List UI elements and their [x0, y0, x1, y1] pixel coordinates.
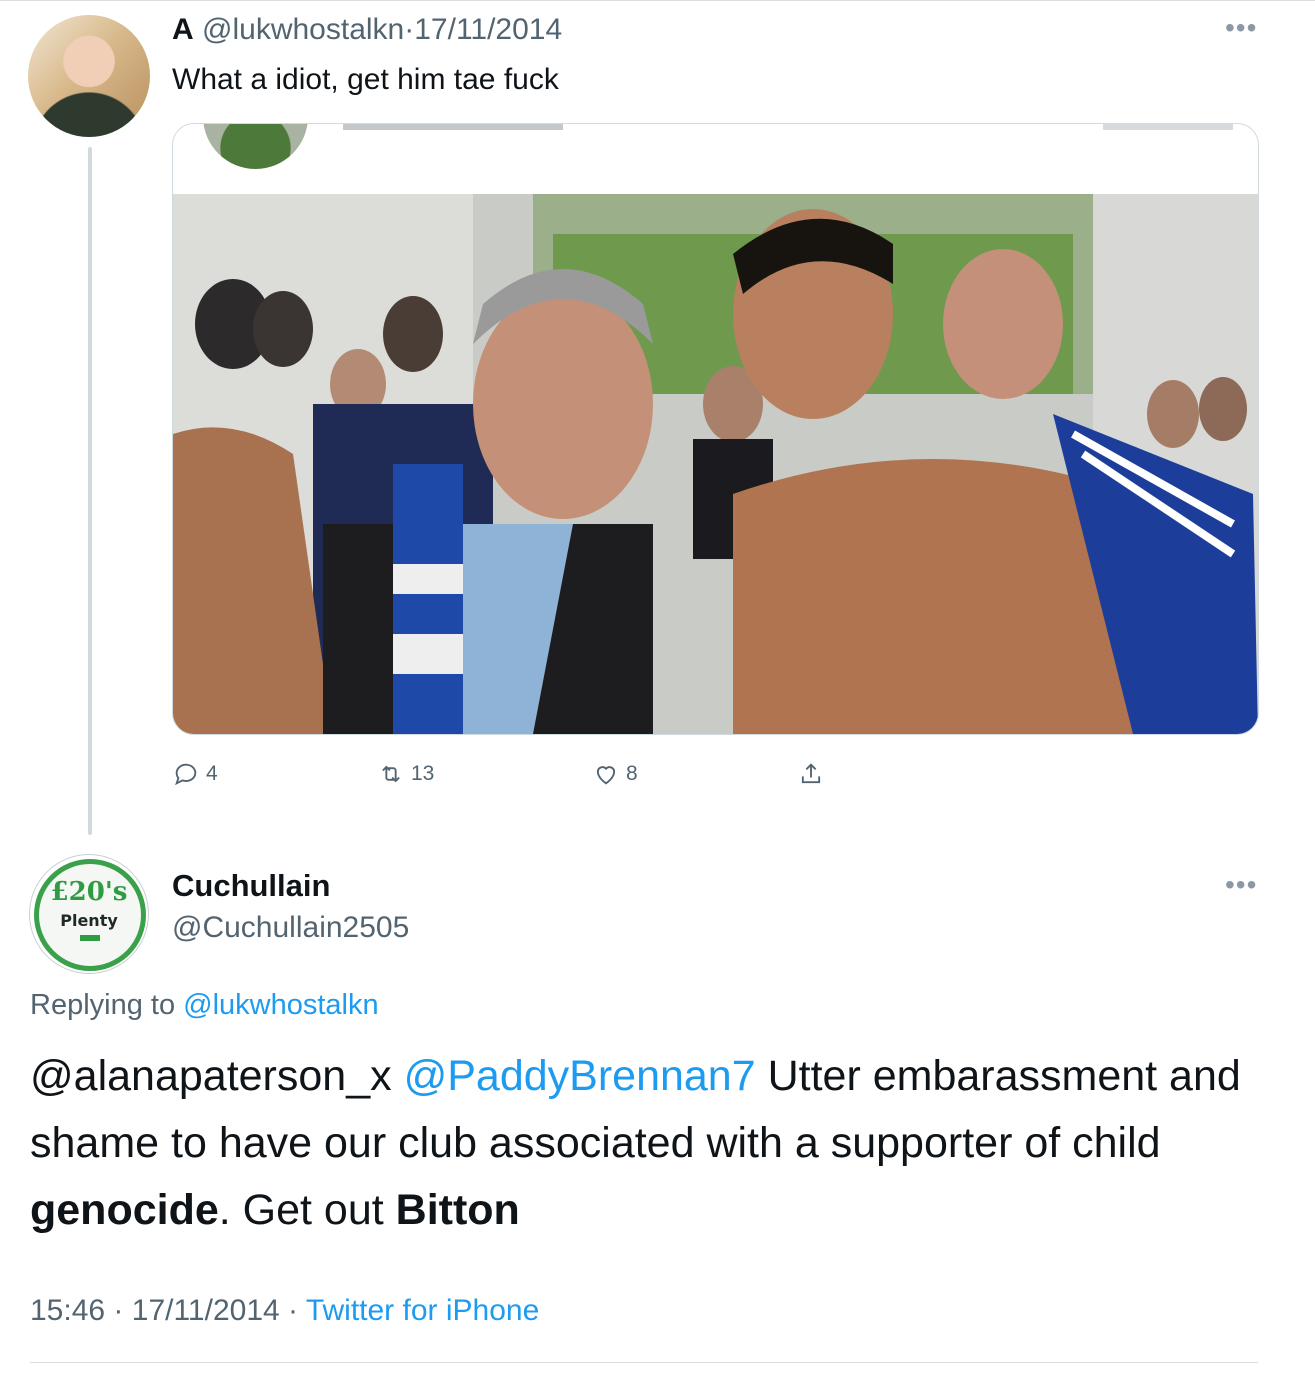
replying-to: Replying to @lukwhostalkn: [30, 986, 379, 1024]
heart-icon: [596, 766, 616, 785]
tweet-text-bold: Bitton: [395, 1186, 520, 1234]
user-handle[interactable]: @lukwhostalkn: [202, 13, 404, 46]
tweet-actions: 4 13 8: [172, 758, 872, 790]
tweet-meta: 15:46 · 17/11/2014 · Twitter for iPhone: [30, 1292, 539, 1330]
tweet-header: A @lukwhostalkn·17/11/2014: [172, 12, 562, 48]
tweet-text-part: . Get out: [218, 1186, 396, 1234]
tweet-time[interactable]: 15:46: [30, 1294, 105, 1327]
retweet-count: 13: [411, 762, 435, 785]
avatar[interactable]: [28, 15, 150, 137]
retweet-icon: [382, 765, 400, 783]
user-handle[interactable]: @Cuchullain2505: [172, 909, 409, 947]
tweet-date[interactable]: 17/11/2014: [132, 1294, 280, 1327]
top-divider: [0, 0, 1315, 1]
avatar[interactable]: £20's Plenty: [30, 855, 148, 973]
reply-count: 4: [206, 762, 218, 785]
share-icon: [801, 763, 821, 784]
bottom-divider: [30, 1362, 1258, 1363]
tweet-photo[interactable]: [173, 194, 1258, 734]
like-button[interactable]: 8: [592, 758, 638, 790]
display-name[interactable]: A: [172, 13, 194, 46]
replying-to-link[interactable]: @lukwhostalkn: [183, 989, 378, 1021]
display-name[interactable]: Cuchullain: [172, 867, 330, 905]
avatar-badge-text: £20's: [50, 877, 128, 907]
more-horizontal-icon[interactable]: •••: [1225, 14, 1257, 42]
tweet-text-bold: genocide: [30, 1186, 219, 1234]
retweet-button[interactable]: 13: [377, 758, 434, 790]
reply-button[interactable]: 4: [172, 758, 218, 790]
avatar-badge-mark: [80, 935, 100, 941]
thread-connector-line: [88, 147, 92, 835]
like-count: 8: [626, 762, 638, 785]
tweet-text: What a idiot, get him tae fuck: [172, 63, 559, 96]
tweet-date[interactable]: 17/11/2014: [414, 13, 562, 46]
more-horizontal-icon[interactable]: •••: [1225, 871, 1257, 899]
separator-dot: ·: [288, 1294, 299, 1327]
quoted-name-fragment: [343, 124, 563, 130]
mention-link[interactable]: @alanapaterson_x: [30, 1052, 392, 1100]
replying-prefix: Replying to: [30, 989, 176, 1021]
separator-dot: ·: [113, 1294, 124, 1327]
avatar-badge-subtext: Plenty: [60, 911, 118, 930]
photo-illustration: [173, 194, 1258, 734]
tweet-source[interactable]: Twitter for iPhone: [306, 1294, 539, 1327]
mention-link[interactable]: @PaddyBrennan7: [404, 1052, 756, 1100]
share-button[interactable]: [797, 758, 825, 790]
reply-icon: [175, 763, 197, 786]
quoted-tweet-card[interactable]: [172, 123, 1259, 735]
quoted-avatar: [203, 124, 308, 169]
quoted-meta-fragment: [1103, 124, 1233, 130]
separator-dot: ·: [404, 13, 415, 46]
tweet-text: @alanapaterson_x @PaddyBrennan7 Utter em…: [30, 1043, 1270, 1244]
